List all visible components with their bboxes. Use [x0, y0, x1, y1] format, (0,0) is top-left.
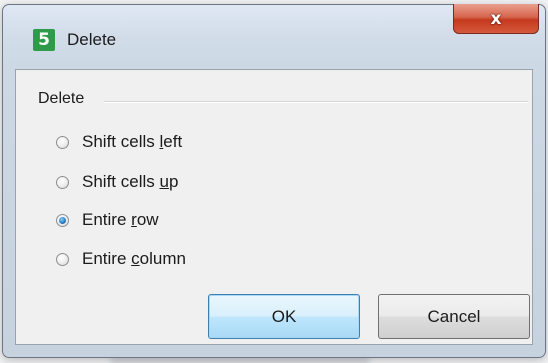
close-icon: x	[490, 8, 502, 29]
option-entire-column[interactable]: Entire column	[56, 247, 186, 271]
group-divider	[104, 101, 528, 103]
option-shift-cells-left[interactable]: Shift cells left	[56, 130, 182, 154]
ok-button[interactable]: OK	[208, 294, 360, 339]
option-label: Entire column	[82, 249, 186, 268]
option-shift-cells-up[interactable]: Shift cells up	[56, 170, 178, 194]
option-entire-row[interactable]: Entire row	[56, 208, 159, 232]
dialog-content: Delete Shift cells left Shift cells up E…	[15, 69, 533, 345]
group-label: Delete	[38, 90, 85, 107]
radio-shift-cells-up[interactable]	[56, 175, 69, 189]
cancel-button[interactable]: Cancel	[378, 294, 530, 339]
radio-entire-row[interactable]	[56, 213, 69, 227]
option-label: Entire row	[82, 210, 159, 229]
option-label: Shift cells up	[82, 172, 179, 191]
delete-dialog: 5 Delete x Delete Shift cells left Shift…	[2, 4, 546, 358]
option-label: Shift cells left	[82, 132, 183, 151]
app-logo-icon: 5	[33, 29, 55, 51]
radio-shift-cells-left[interactable]	[56, 135, 69, 149]
dialog-title: Delete	[67, 30, 117, 49]
close-button[interactable]: x	[453, 4, 539, 34]
title-bar[interactable]: 5 Delete x	[3, 4, 545, 71]
radio-entire-column[interactable]	[56, 252, 69, 266]
